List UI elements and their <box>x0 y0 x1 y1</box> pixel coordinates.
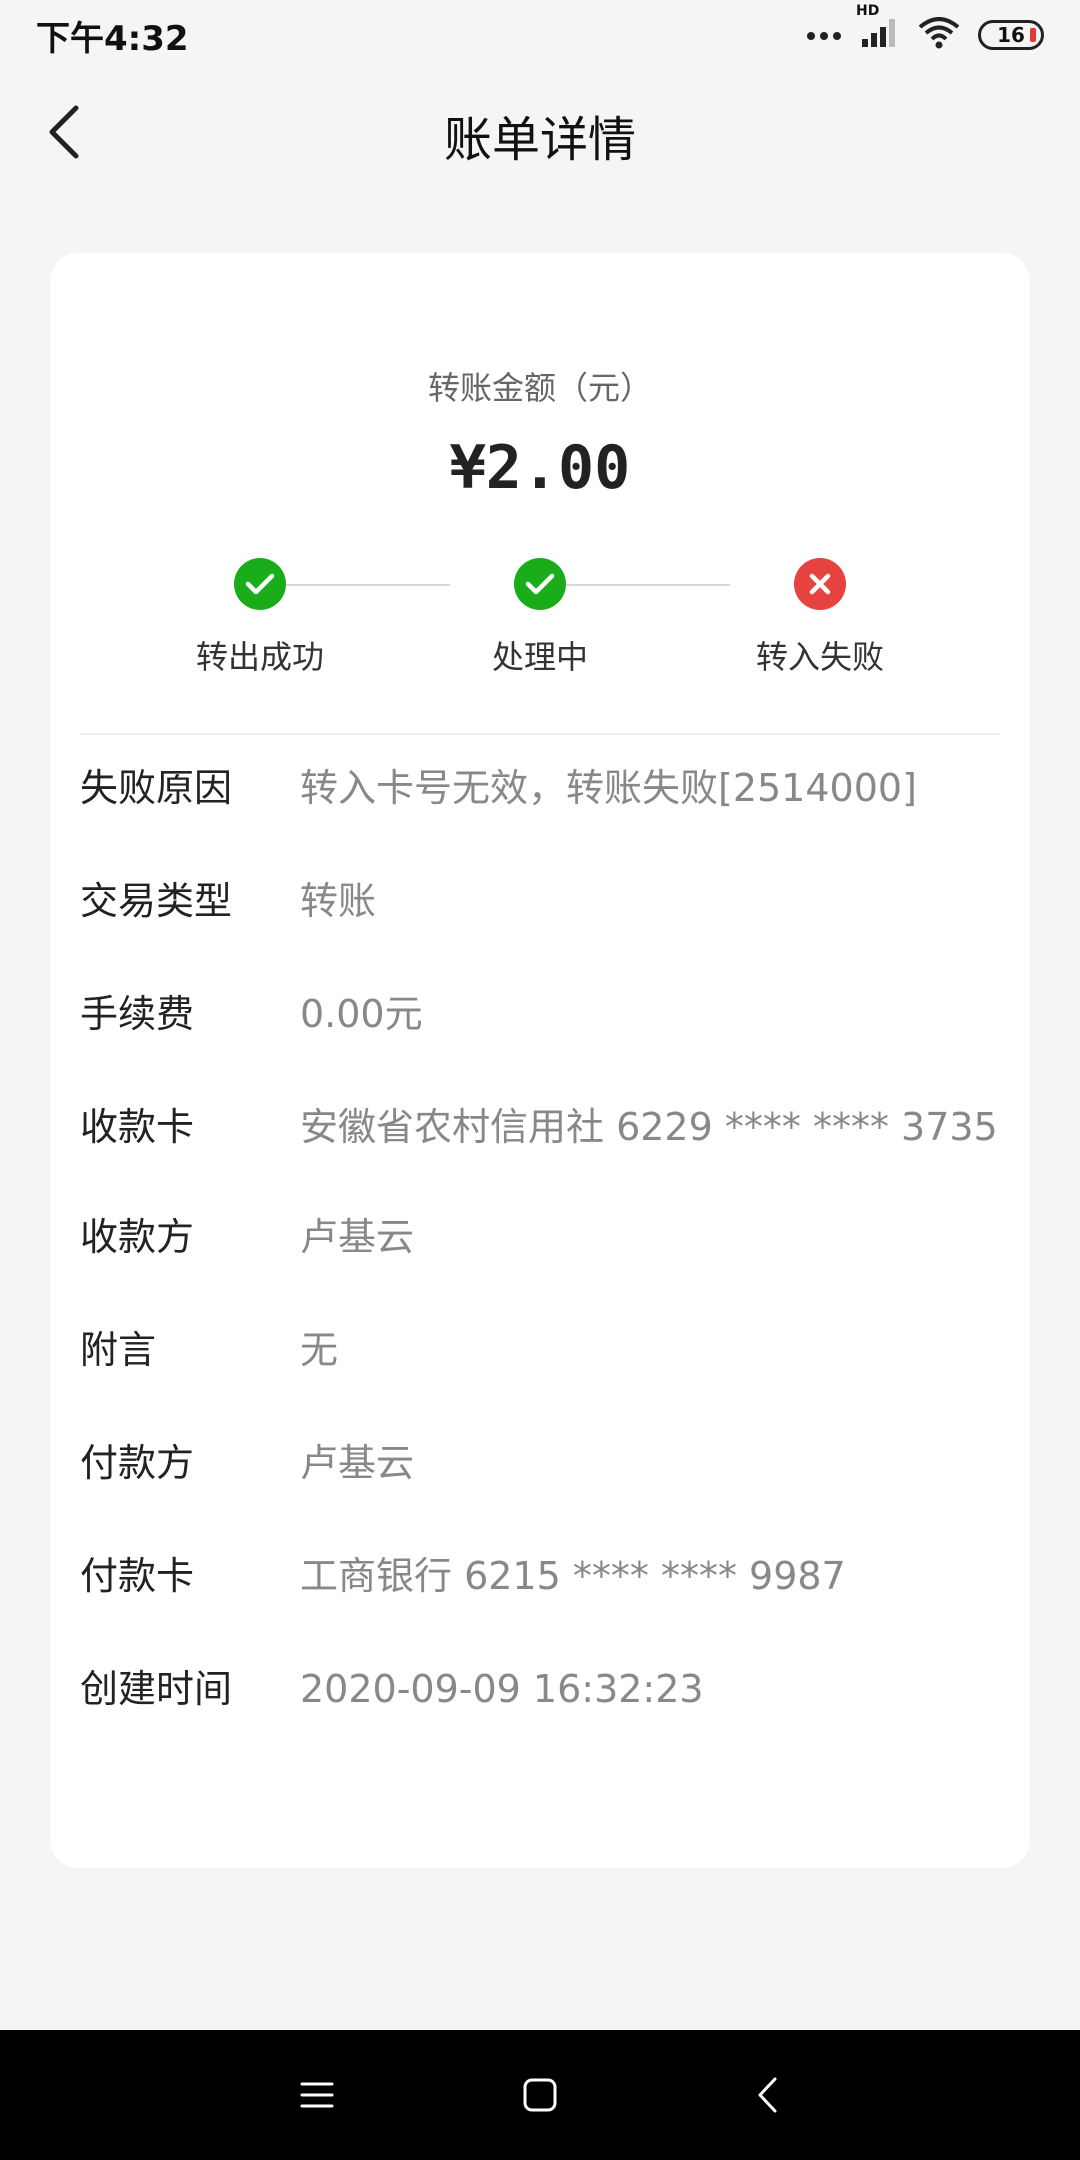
detail-row-failure-reason: 失败原因 转入卡号无效，转账失败[2514000] <box>80 763 1000 813</box>
detail-row-type: 交易类型 转账 <box>80 876 1000 926</box>
detail-row-note: 附言 无 <box>80 1325 1000 1375</box>
battery-icon: 16 <box>978 20 1044 50</box>
detail-list: 失败原因 转入卡号无效，转账失败[2514000] 交易类型 转账 手续费 0.… <box>80 763 1000 1714</box>
back-triangle-icon <box>758 2077 777 2113</box>
divider <box>80 733 1000 735</box>
menu-icon <box>300 2082 334 2108</box>
detail-value: 卢基云 <box>300 1441 415 1485</box>
detail-row-payer: 付款方 卢基云 <box>80 1438 1000 1488</box>
step-label: 转出成功 <box>195 638 324 676</box>
detail-row-payee: 收款方 卢基云 <box>80 1212 1000 1262</box>
network-label: HD <box>856 3 880 19</box>
nav-back-button[interactable] <box>737 2065 797 2125</box>
detail-row-payer-card: 付款卡 工商银行 6215 **** **** 9987 <box>80 1551 1000 1601</box>
detail-key: 付款方 <box>80 1441 195 1485</box>
detail-key: 交易类型 <box>80 879 233 923</box>
nav-home-button[interactable] <box>510 2065 570 2125</box>
chevron-left-icon <box>49 105 79 159</box>
amount-label: 转账金额（元） <box>427 369 652 407</box>
detail-key: 失败原因 <box>80 766 233 810</box>
page-header: 账单详情 <box>0 70 1080 200</box>
close-circle-icon <box>794 558 846 610</box>
detail-value: 无 <box>300 1328 339 1372</box>
check-icon <box>514 558 566 610</box>
detail-row-fee: 手续费 0.00元 <box>80 989 1000 1039</box>
battery-level: 16 <box>997 23 1025 47</box>
system-nav-bar <box>0 2030 1080 2160</box>
page-title: 账单详情 <box>443 112 636 168</box>
status-bar: 下午4:32 HD 16 <box>0 0 1080 70</box>
detail-key: 手续费 <box>80 992 195 1036</box>
status-icons: HD 16 <box>806 3 1044 53</box>
detail-value: 卢基云 <box>300 1215 415 1259</box>
detail-row-payee-card: 收款卡 安徽省农村信用社 6229 **** **** 3735 <box>80 1102 1000 1152</box>
back-button[interactable] <box>34 102 94 162</box>
step-transfer-in: 转入失败 <box>710 553 930 678</box>
detail-value: 0.00元 <box>300 992 423 1036</box>
amount-value: ¥2.00 <box>449 433 631 503</box>
detail-key: 创建时间 <box>80 1667 233 1711</box>
step-transfer-out: 转出成功 <box>150 553 370 678</box>
bill-detail-card: 转账金额（元） ¥2.00 转出成功 处理中 转入失败 失败原因 转入卡号无效，… <box>50 253 1030 1868</box>
step-label: 处理中 <box>491 638 588 676</box>
detail-key: 付款卡 <box>80 1554 195 1598</box>
home-square-icon <box>523 2078 557 2112</box>
progress-steps: 转出成功 处理中 转入失败 <box>50 553 1030 683</box>
signal-icon: HD <box>856 3 900 53</box>
nav-menu-button[interactable] <box>287 2065 347 2125</box>
detail-value: 安徽省农村信用社 6229 **** **** 3735 <box>300 1105 998 1149</box>
more-dots-icon <box>806 26 842 45</box>
check-icon <box>234 558 286 610</box>
detail-value: 转账 <box>300 879 377 923</box>
detail-value: 转入卡号无效，转账失败[2514000] <box>300 766 917 810</box>
detail-key: 收款方 <box>80 1215 195 1259</box>
step-processing: 处理中 <box>430 553 650 678</box>
detail-key: 附言 <box>80 1328 157 1372</box>
detail-value: 工商银行 6215 **** **** 9987 <box>300 1554 846 1598</box>
step-label: 转入失败 <box>755 638 884 676</box>
wifi-icon <box>918 17 960 53</box>
detail-key: 收款卡 <box>80 1105 195 1149</box>
detail-value: 2020-09-09 16:32:23 <box>300 1667 704 1711</box>
detail-row-created-time: 创建时间 2020-09-09 16:32:23 <box>80 1664 1000 1714</box>
status-time: 下午4:32 <box>36 18 189 59</box>
